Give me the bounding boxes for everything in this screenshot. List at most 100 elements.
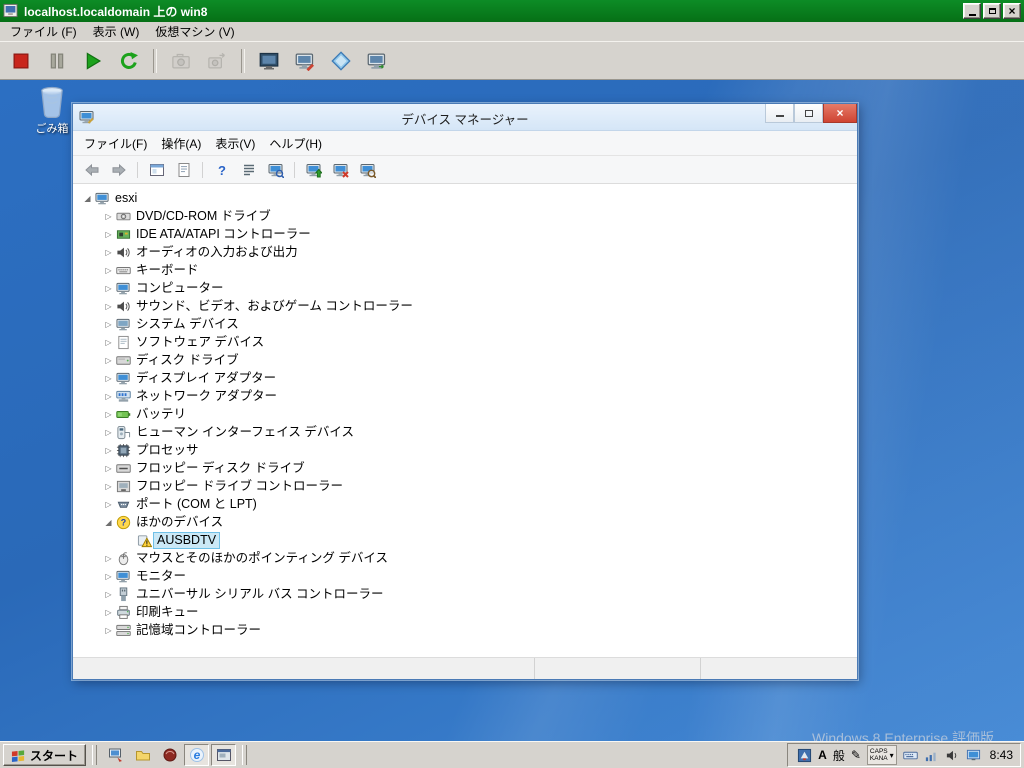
collapse-toggle[interactable]: ◢ <box>102 518 115 527</box>
expand-toggle[interactable]: ▷ <box>102 392 115 401</box>
start-button[interactable]: スタート <box>3 744 86 766</box>
expand-toggle[interactable]: ▷ <box>102 482 115 491</box>
scan-computer-button[interactable] <box>263 159 288 181</box>
vm-tray-icon[interactable] <box>797 748 812 763</box>
tree-item[interactable]: ▷プロセッサ <box>73 441 857 459</box>
export-list-button[interactable] <box>236 159 261 181</box>
taskbar-grip[interactable] <box>242 745 247 765</box>
host-menu-item-1[interactable]: ファイル (F) <box>2 22 85 41</box>
collapse-toggle[interactable]: ◢ <box>81 194 94 203</box>
properties-button[interactable] <box>171 159 196 181</box>
power-off-button[interactable] <box>6 47 36 75</box>
quick-launch-internet-explorer[interactable]: e <box>184 744 209 766</box>
ime-pen-icon[interactable]: ✎ <box>851 749 861 761</box>
tree-item[interactable]: ◢esxi <box>73 189 857 207</box>
tree-item[interactable]: ▷モニター <box>73 567 857 585</box>
caps-kana-indicator[interactable]: CAPS KANA ▾ <box>867 745 897 765</box>
back-button[interactable] <box>79 159 104 181</box>
help-button[interactable]: ? <box>209 159 234 181</box>
expand-toggle[interactable]: ▷ <box>102 248 115 257</box>
quick-switch-button[interactable] <box>290 47 320 75</box>
tree-item[interactable]: ▷ディスプレイ アダプター <box>73 369 857 387</box>
expand-toggle[interactable]: ▷ <box>102 626 115 635</box>
expand-toggle[interactable]: ▷ <box>102 302 115 311</box>
tree-item[interactable]: ▷DVD/CD-ROM ドライブ <box>73 207 857 225</box>
display-tray-icon[interactable] <box>966 748 981 763</box>
host-window-titlebar[interactable]: localhost.localdomain 上の win8 × <box>0 0 1024 22</box>
tree-item[interactable]: ▷ディスク ドライブ <box>73 351 857 369</box>
dm-minimize-button[interactable] <box>765 104 794 123</box>
forward-button[interactable] <box>106 159 131 181</box>
tree-item[interactable]: ▷IDE ATA/ATAPI コントローラー <box>73 225 857 243</box>
scan-hardware-changes-button[interactable] <box>355 159 380 181</box>
device-manager-titlebar[interactable]: デバイス マネージャー × <box>73 104 857 131</box>
tree-item[interactable]: ▷マウスとそのほかのポインティング デバイス <box>73 549 857 567</box>
tree-item[interactable]: ▷キーボード <box>73 261 857 279</box>
tree-item[interactable]: ▷ソフトウェア デバイス <box>73 333 857 351</box>
expand-toggle[interactable]: ▷ <box>102 554 115 563</box>
tree-item[interactable]: ▷オーディオの入力および出力 <box>73 243 857 261</box>
host-close-button[interactable]: × <box>1003 3 1021 19</box>
signal-tray-icon[interactable] <box>924 748 939 763</box>
reset-button[interactable] <box>114 47 144 75</box>
host-menu-item-2[interactable]: 表示 (W) <box>85 22 148 41</box>
expand-toggle[interactable]: ▷ <box>102 446 115 455</box>
expand-toggle[interactable]: ▷ <box>102 590 115 599</box>
tree-item[interactable]: ▷コンピューター <box>73 279 857 297</box>
dm-menu-item-3[interactable]: 表示(V) <box>208 133 262 154</box>
dm-menu-item-1[interactable]: ファイル(F) <box>77 133 154 154</box>
expand-toggle[interactable]: ▷ <box>102 212 115 221</box>
keyboard-tray-icon[interactable] <box>903 748 918 763</box>
expand-toggle[interactable]: ▷ <box>102 284 115 293</box>
quick-launch-explorer[interactable] <box>130 744 155 766</box>
tree-item[interactable]: ▷ヒューマン インターフェイス デバイス <box>73 423 857 441</box>
suspend-button[interactable] <box>42 47 72 75</box>
volume-tray-icon[interactable] <box>945 748 960 763</box>
expand-toggle[interactable]: ▷ <box>102 338 115 347</box>
taskbar-grip[interactable] <box>92 745 97 765</box>
tree-item[interactable]: ▷システム デバイス <box>73 315 857 333</box>
tree-item[interactable]: ▷ポート (COM と LPT) <box>73 495 857 513</box>
tree-item[interactable]: ▷ネットワーク アダプター <box>73 387 857 405</box>
power-on-button[interactable] <box>78 47 108 75</box>
tree-item[interactable]: ▷印刷キュー <box>73 603 857 621</box>
expand-toggle[interactable]: ▷ <box>102 230 115 239</box>
console-button[interactable] <box>362 47 392 75</box>
fullscreen-button[interactable] <box>254 47 284 75</box>
recycle-bin[interactable]: ごみ箱 <box>26 85 78 136</box>
tree-item[interactable]: ▷バッテリ <box>73 405 857 423</box>
tree-item[interactable]: ▷記憶域コントローラー <box>73 621 857 639</box>
host-menu-item-3[interactable]: 仮想マシン (V) <box>147 22 242 41</box>
summary-button[interactable] <box>326 47 356 75</box>
quick-launch-show-desktop[interactable] <box>103 744 128 766</box>
host-restore-button[interactable] <box>983 3 1001 19</box>
tree-item[interactable]: ▷フロッピー ドライブ コントローラー <box>73 477 857 495</box>
dm-menu-item-4[interactable]: ヘルプ(H) <box>262 133 329 154</box>
ime-conversion-mode[interactable]: 般 <box>833 747 845 764</box>
expand-toggle[interactable]: ▷ <box>102 356 115 365</box>
expand-toggle[interactable]: ▷ <box>102 500 115 509</box>
dm-close-button[interactable]: × <box>823 104 857 123</box>
expand-toggle[interactable]: ▷ <box>102 608 115 617</box>
update-driver-button[interactable] <box>301 159 326 181</box>
dm-menu-item-2[interactable]: 操作(A) <box>154 133 208 154</box>
expand-toggle[interactable]: ▷ <box>102 428 115 437</box>
tree-item[interactable]: ▷サウンド、ビデオ、およびゲーム コントローラー <box>73 297 857 315</box>
expand-toggle[interactable]: ▷ <box>102 320 115 329</box>
taskbar-clock[interactable]: 8:43 <box>987 748 1013 762</box>
tree-item[interactable]: ▷フロッピー ディスク ドライブ <box>73 459 857 477</box>
expand-toggle[interactable]: ▷ <box>102 464 115 473</box>
ime-input-mode[interactable]: A <box>818 748 827 762</box>
expand-toggle[interactable]: ▷ <box>102 572 115 581</box>
tree-item[interactable]: ◢?ほかのデバイス <box>73 513 857 531</box>
host-minimize-button[interactable] <box>963 3 981 19</box>
dm-maximize-button[interactable] <box>794 104 823 123</box>
expand-toggle[interactable]: ▷ <box>102 410 115 419</box>
quick-launch-console[interactable] <box>211 744 236 766</box>
expand-toggle[interactable]: ▷ <box>102 374 115 383</box>
uninstall-device-button[interactable] <box>328 159 353 181</box>
show-console-tree-button[interactable] <box>144 159 169 181</box>
expand-toggle[interactable]: ▷ <box>102 266 115 275</box>
tree-item[interactable]: AUSBDTV <box>73 531 857 549</box>
quick-launch-browser[interactable] <box>157 744 182 766</box>
